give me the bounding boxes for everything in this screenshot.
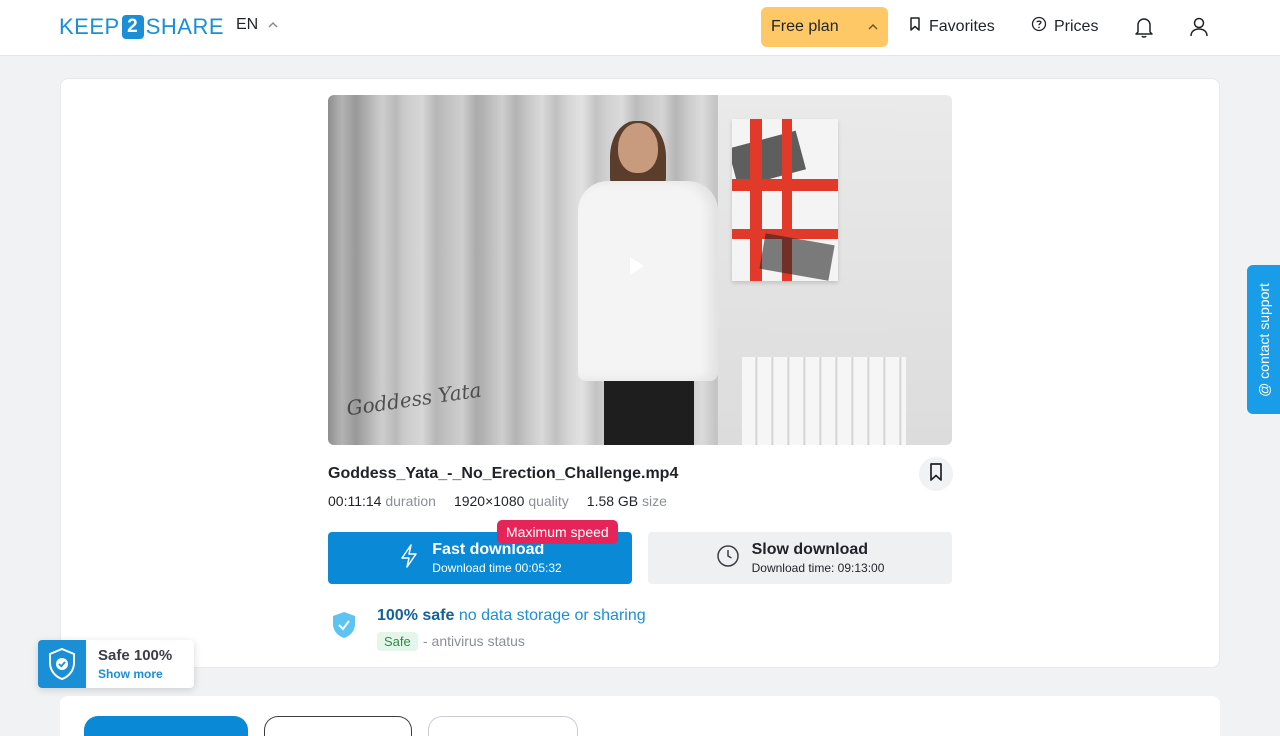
- contact-support-tab[interactable]: @ contact support: [1247, 265, 1280, 414]
- user-icon[interactable]: [1186, 14, 1212, 40]
- video-painting: [732, 119, 838, 281]
- bookmark-icon: [928, 462, 944, 487]
- meta-quality: 1920×1080 quality: [453, 493, 569, 509]
- video-radiator: [742, 357, 906, 445]
- slow-download-button[interactable]: Slow download Download time: 09:13:00: [648, 532, 952, 584]
- language-selector[interactable]: EN: [236, 16, 278, 34]
- prices-link[interactable]: Prices: [1031, 16, 1098, 37]
- bookmark-button[interactable]: [919, 457, 953, 491]
- prices-label: Prices: [1054, 17, 1099, 35]
- antivirus-status: - antivirus status: [423, 633, 525, 649]
- lightning-icon: [398, 543, 420, 574]
- chevron-up-icon: [268, 19, 278, 31]
- video-preview[interactable]: Goddess Yata: [328, 95, 952, 445]
- shield-check-icon: [331, 610, 357, 645]
- logo-two: 2: [121, 15, 144, 39]
- fast-download-time: Download time 00:05:32: [432, 560, 562, 575]
- lower-tab-3[interactable]: [428, 716, 578, 736]
- favorites-label: Favorites: [929, 17, 995, 35]
- language-label: EN: [236, 16, 259, 33]
- meta-duration: 00:11:14 duration: [328, 493, 436, 509]
- video-person: [572, 121, 728, 445]
- file-meta: 00:11:14 duration 1920×1080 quality 1.58…: [328, 493, 667, 509]
- logo[interactable]: KEEP 2 SHARE: [59, 14, 224, 40]
- lower-tab-1[interactable]: [84, 716, 248, 736]
- file-name: Goddess_Yata_-_No_Erection_Challenge.mp4: [328, 465, 679, 482]
- safe-widget-title: Safe 100%: [98, 647, 173, 664]
- logo-keep: KEEP: [59, 14, 120, 39]
- free-plan-label: Free plan: [771, 18, 839, 35]
- meta-size: 1.58 GB size: [586, 493, 667, 509]
- chevron-up-icon: [868, 21, 878, 33]
- favorites-link[interactable]: Favorites: [908, 16, 995, 37]
- contact-support-label: @ contact support: [1255, 282, 1272, 397]
- maximum-speed-badge: Maximum speed: [497, 520, 618, 544]
- slow-download-time: Download time: 09:13:00: [751, 560, 885, 575]
- top-header: KEEP 2 SHARE EN Free plan Favorites Prices: [0, 0, 1280, 56]
- question-circle-icon: [1031, 16, 1047, 37]
- lower-tab-2[interactable]: [264, 716, 412, 736]
- show-more-link[interactable]: Show more: [98, 667, 163, 681]
- play-icon[interactable]: [630, 257, 644, 275]
- antivirus-safe-pill: Safe: [377, 632, 418, 651]
- slow-download-title: Slow download: [751, 540, 869, 558]
- safety-statement: 100% safe no data storage or sharing: [377, 607, 646, 624]
- safe-widget[interactable]: Safe 100% Show more: [38, 640, 194, 688]
- bell-icon[interactable]: [1131, 14, 1157, 40]
- clock-icon: [716, 544, 740, 573]
- shield-check-icon: [38, 640, 86, 688]
- free-plan-button[interactable]: Free plan: [761, 7, 888, 47]
- bookmark-icon: [908, 16, 922, 37]
- logo-share: SHARE: [145, 14, 224, 39]
